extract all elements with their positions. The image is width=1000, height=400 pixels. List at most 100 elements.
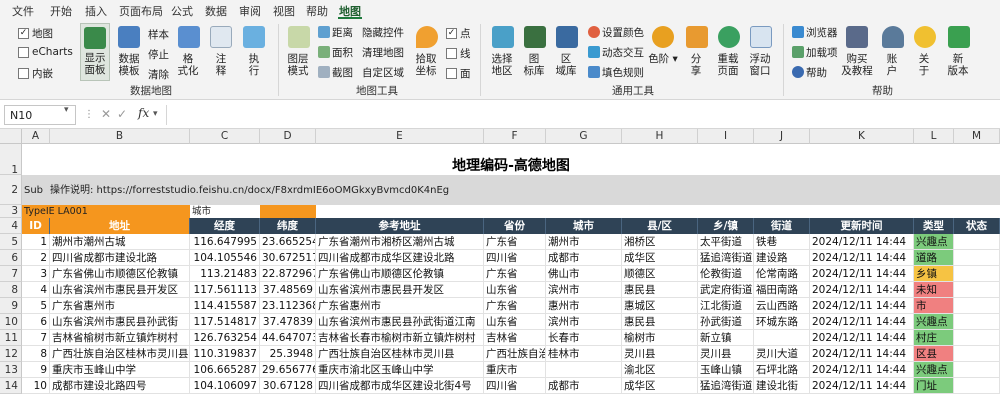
table-cell[interactable]: 惠城区 [622,298,698,314]
table-cell[interactable]: 广西壮族自治 [484,346,546,362]
pick-coords-button[interactable]: 拾取 坐标 [410,53,442,77]
table-cell[interactable]: 吉林省长春市榆树市新立镇炸树村 [316,330,484,346]
table-cell[interactable]: 成都市 [546,378,622,394]
buy-tutorial-button[interactable]: 购买 及教程 [837,53,877,77]
table-cell[interactable]: 未知 [914,282,954,298]
row-header[interactable]: 8 [0,282,22,298]
table-cell[interactable]: 灵川大道 [754,346,810,362]
table-cell[interactable] [954,330,1000,346]
spreadsheet[interactable]: A B C D E F G H I J K L M 1 2 3 4 567891… [0,129,1000,400]
help-button[interactable]: 帮助 [806,65,827,80]
select-region-button[interactable]: 选择 地区 [487,53,517,77]
table-cell[interactable]: 2024/12/11 14:44 [810,266,914,282]
table-cell[interactable]: 伦教街道 [698,266,754,282]
table-cell[interactable]: 潮州市潮州古城 [50,234,190,250]
table-cell[interactable]: 2024/12/11 14:44 [810,330,914,346]
type-cell[interactable]: TypeIE LA001 [22,205,190,218]
screenshot-button[interactable]: 截图 [332,65,353,80]
table-cell[interactable]: 湘桥区 [622,234,698,250]
table-cell[interactable]: 126.763254 [190,330,260,346]
table-cell[interactable]: 8 [22,346,50,362]
table-cell[interactable]: 桂林市 [546,346,622,362]
table-header-cell[interactable]: ID [22,218,50,234]
table-cell[interactable]: 37.47839 [260,314,316,330]
browser-button[interactable]: 浏览器 [806,25,838,40]
table-cell[interactable] [754,330,810,346]
row-header[interactable]: 7 [0,266,22,282]
table-header-cell[interactable]: 参考地址 [316,218,484,234]
line-checkbox[interactable]: 线 [446,46,471,61]
column-header[interactable]: E [316,129,484,144]
table-cell[interactable]: 2024/12/11 14:44 [810,298,914,314]
table-cell[interactable]: 23.665254 [260,234,316,250]
table-cell[interactable]: 重庆市渝北区玉峰山中学 [316,362,484,378]
clear-button[interactable]: 清除 [148,67,169,82]
table-cell[interactable]: 2024/12/11 14:44 [810,314,914,330]
column-header[interactable]: D [260,129,316,144]
area-button[interactable]: 面积 [332,45,353,60]
table-cell[interactable]: 山东省 [484,314,546,330]
table-cell[interactable]: 113.21483 [190,266,260,282]
table-cell[interactable]: 3 [22,266,50,282]
table-header-cell[interactable]: 更新时间 [810,218,914,234]
table-header-cell[interactable]: 县/区 [622,218,698,234]
row-header[interactable]: 9 [0,298,22,314]
function-icon[interactable]: fx [138,106,149,120]
table-cell[interactable]: 117.514817 [190,314,260,330]
table-cell[interactable]: 灵川县 [622,346,698,362]
table-cell[interactable] [954,250,1000,266]
custom-region-button[interactable]: 自定区域 [362,65,404,80]
table-cell[interactable]: 104.105546 [190,250,260,266]
table-cell[interactable]: 22.872967 [260,266,316,282]
table-cell[interactable]: 顺德区 [622,266,698,282]
chevron-down-icon[interactable]: ▾ [153,109,158,119]
table-cell[interactable]: 道路 [914,250,954,266]
reload-page-button[interactable]: 重载 页面 [713,53,743,77]
polygon-checkbox[interactable]: 面 [446,66,471,81]
row-header[interactable]: 1 [0,144,22,176]
row-header[interactable]: 11 [0,330,22,346]
table-cell[interactable]: 116.647995 [190,234,260,250]
float-window-button[interactable]: 浮动 窗口 [745,53,775,77]
table-cell[interactable] [954,378,1000,394]
table-cell[interactable] [954,234,1000,250]
table-cell[interactable]: 四川省成都市成华区建设北街4号 [316,378,484,394]
table-cell[interactable]: 2024/12/11 14:44 [810,362,914,378]
data-template-button[interactable]: 数据 模板 [111,53,147,77]
table-cell[interactable]: 104.106097 [190,378,260,394]
distance-button[interactable]: 距离 [332,25,353,40]
table-cell[interactable]: 环城东路 [754,314,810,330]
table-cell[interactable]: 山东省滨州市惠民县开发区 [50,282,190,298]
cancel-icon[interactable]: ✕ [101,107,111,121]
clear-map-button[interactable]: 清理地图 [362,45,404,60]
column-header[interactable]: L [914,129,954,144]
fill-rule-button[interactable]: 填色规则 [602,65,644,80]
table-cell[interactable]: 惠民县 [622,282,698,298]
tab-data[interactable]: 数据 [205,3,227,19]
table-cell[interactable]: 吉林省 [484,330,546,346]
account-button[interactable]: 账 户 [877,53,907,77]
table-cell[interactable]: 惠州市 [546,298,622,314]
format-button[interactable]: 格 式化 [173,53,203,77]
table-cell[interactable]: 2 [22,250,50,266]
table-cell[interactable]: 9 [22,362,50,378]
table-cell[interactable]: 成华区 [622,250,698,266]
table-cell[interactable]: 广东省佛山市顺德区伦教镇 [316,266,484,282]
table-cell[interactable]: 长春市 [546,330,622,346]
table-cell[interactable]: 山东省滨州市惠民县开发区 [316,282,484,298]
table-cell[interactable]: 石坪北路 [754,362,810,378]
column-header[interactable]: F [484,129,546,144]
map-checkbox[interactable]: ✓ 地图 [18,26,53,41]
table-cell[interactable]: 成都市建设北路四号 [50,378,190,394]
row-header[interactable]: 14 [0,378,22,394]
table-cell[interactable] [954,314,1000,330]
table-cell[interactable]: 孙武街道 [698,314,754,330]
table-cell[interactable]: 福田南路 [754,282,810,298]
table-cell[interactable] [954,266,1000,282]
table-cell[interactable]: 佛山市 [546,266,622,282]
show-panel-button[interactable]: 显示 面板 [80,23,110,81]
table-header-cell[interactable]: 乡/镇 [698,218,754,234]
table-cell[interactable]: 兴趣点 [914,314,954,330]
table-cell[interactable]: 门址 [914,378,954,394]
orange-cell[interactable] [260,205,316,218]
